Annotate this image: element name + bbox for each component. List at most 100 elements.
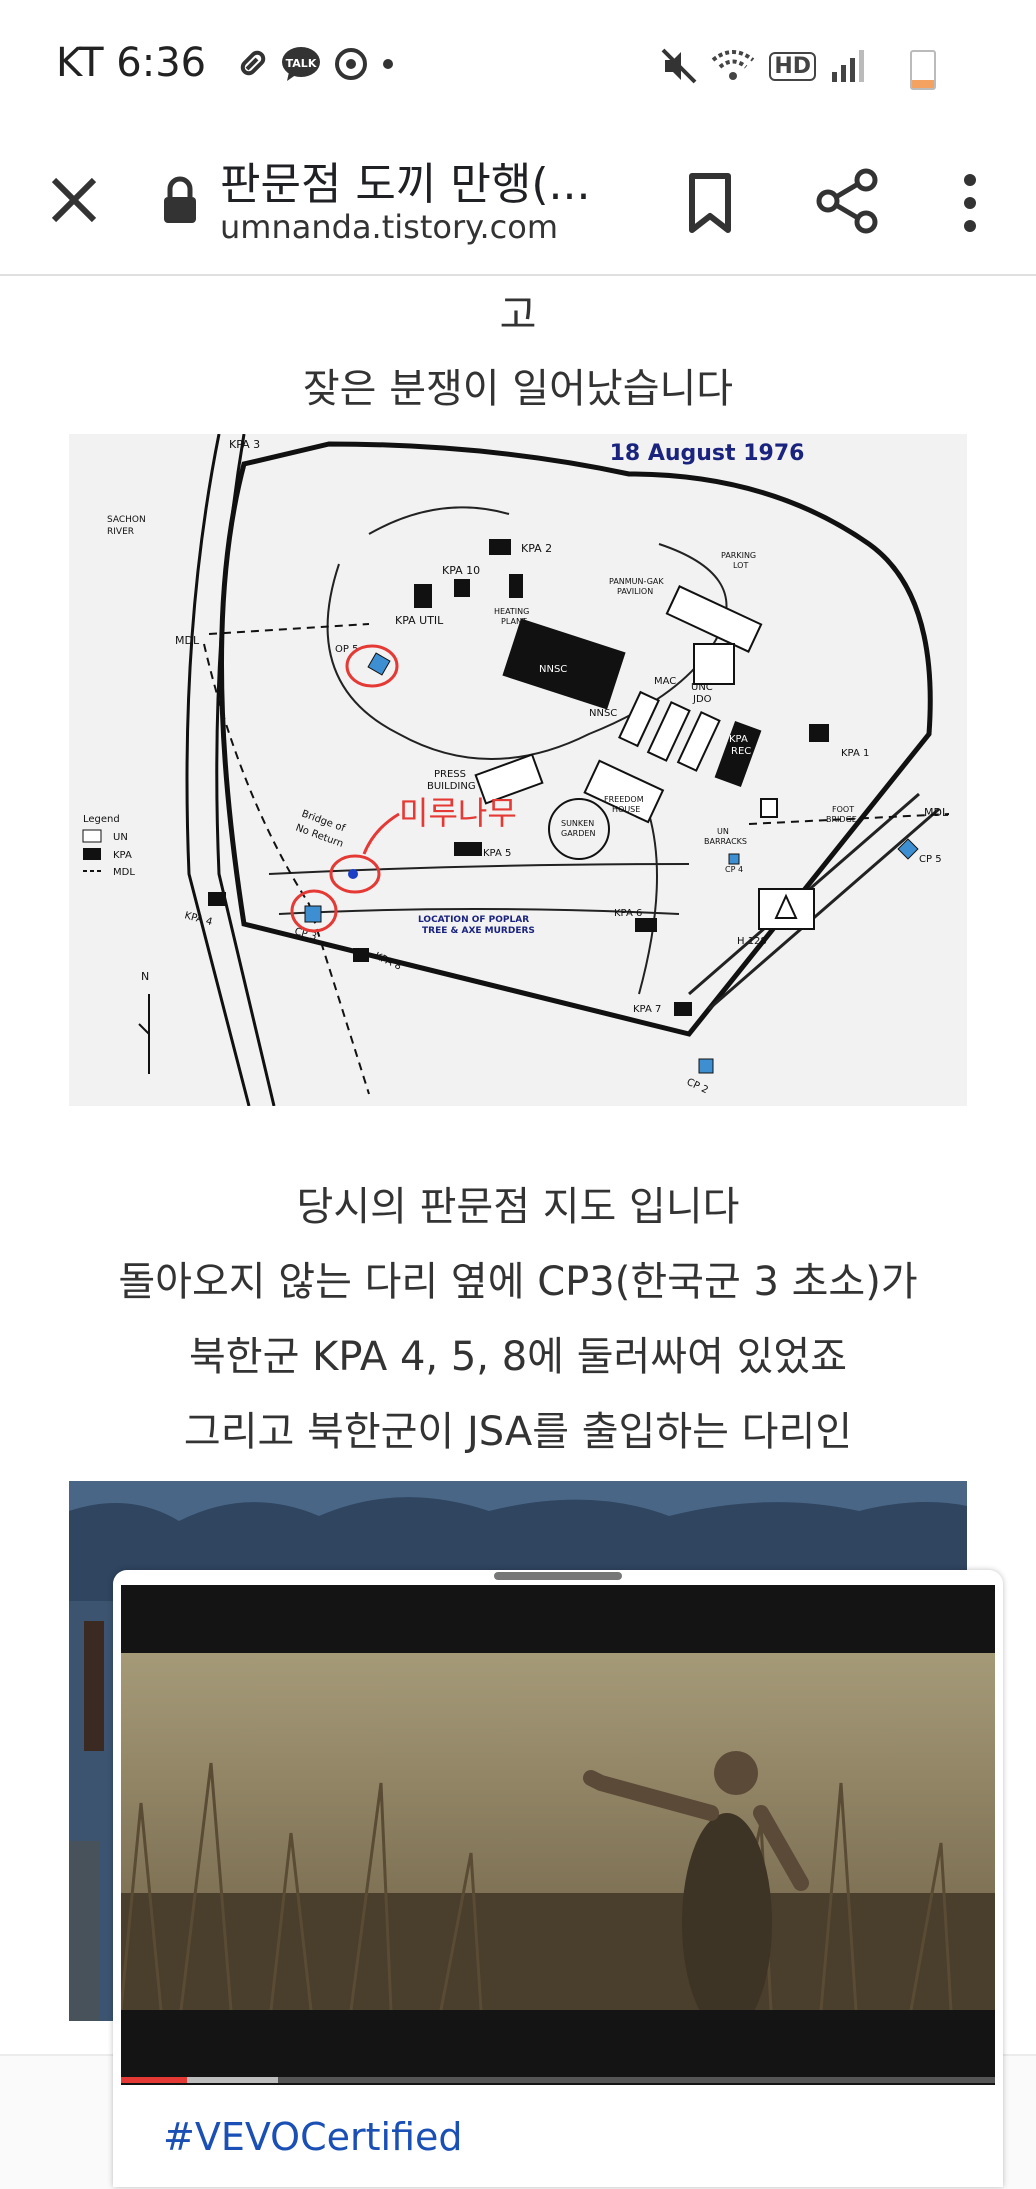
map-label: N <box>141 970 149 983</box>
map-label: TREE & AXE MURDERS <box>422 926 535 936</box>
map-label: PARKING <box>721 551 756 560</box>
map-building-kpa <box>454 579 470 597</box>
map-label: OP 5 <box>335 644 358 655</box>
map-label: HEATING <box>494 607 529 616</box>
page-title[interactable]: 판문점 도끼 만행(... <box>220 148 590 212</box>
map-legend-un-swatch <box>82 829 102 843</box>
map-road <box>638 813 658 995</box>
more-options-icon[interactable] <box>950 168 990 238</box>
map-north-arrow <box>138 994 150 1074</box>
map-label: HOUSE <box>612 805 640 814</box>
sync-icon <box>335 48 367 80</box>
map-label: KPA 1 <box>841 748 869 759</box>
map-label: KPA 3 <box>229 438 260 451</box>
drag-handle[interactable] <box>494 1572 622 1580</box>
map-label: UN <box>717 827 729 836</box>
map-label: NNSC <box>589 708 617 719</box>
map-building-kpa <box>674 1002 692 1016</box>
article-text-line: 당시의 판문점 지도 입니다 <box>296 1184 740 1230</box>
map-label: KPA 2 <box>521 542 552 555</box>
close-icon[interactable] <box>44 170 104 230</box>
map-label: SUNKEN <box>561 819 594 828</box>
map-building-kpa <box>635 918 657 932</box>
map-label: KPA 6 <box>614 908 642 919</box>
video-progress-bar[interactable] <box>121 2077 995 2083</box>
article-text-line: 돌아오지 않는 다리 옆에 CP3(한국군 3 초소)가 <box>118 1259 918 1305</box>
article-text-line: 잦은 분쟁이 일어났습니다 <box>302 366 734 412</box>
map-label: REC <box>731 746 751 757</box>
map-label: KPA <box>113 850 132 861</box>
bookmark-icon[interactable] <box>680 168 740 238</box>
map-label: SACHON <box>107 515 146 525</box>
article-text-line: 고 <box>499 292 537 338</box>
panmunjom-map-image[interactable]: 18 August 1976 KPA 3 SACHON RIVER KPA 2 … <box>69 434 967 1106</box>
signal-icon <box>832 50 864 82</box>
map-label: H 128 <box>737 936 767 947</box>
status-bar: KT 6:36 TALK HD <box>0 0 1036 138</box>
pill-icon <box>240 50 266 76</box>
map-label: KPA UTIL <box>395 614 444 627</box>
dot-icon <box>383 59 393 69</box>
article-text-line: 그리고 북한군이 JSA를 출입하는 다리인 <box>183 1409 853 1455</box>
map-date-label: 18 August 1976 <box>610 441 805 466</box>
map-label: FREEDOM <box>604 795 644 804</box>
map-building-un <box>760 798 778 818</box>
page-url[interactable]: umnanda.tistory.com <box>220 208 558 246</box>
map-label: BRIDGE <box>826 815 857 824</box>
hd-icon: HD <box>769 51 816 81</box>
map-label: BUILDING <box>427 781 476 792</box>
map-label: MDL <box>924 806 949 819</box>
notification-icons: TALK <box>235 46 395 82</box>
map-label: CP 4 <box>725 865 743 874</box>
map-label: CP 5 <box>919 854 942 865</box>
map-annotation-text: 미루나무 <box>399 794 517 832</box>
map-un-post-cp4 <box>728 853 740 865</box>
map-label: PLANT <box>501 617 527 626</box>
map-label: RIVER <box>107 527 134 537</box>
map-label: KPA 10 <box>442 564 480 577</box>
map-mdl-line <box>208 623 370 635</box>
map-label: LOT <box>733 561 748 570</box>
carrier-time: KT 6:36 <box>56 40 207 86</box>
map-label: UN <box>113 832 128 843</box>
svg-text:TALK: TALK <box>286 57 317 70</box>
map-building-kpa <box>454 842 482 856</box>
map-poplar-tree-marker <box>348 869 358 879</box>
map-label: LOCATION OF POPLAR <box>418 915 529 925</box>
video-hashtag-link[interactable]: #VEVOCertified <box>163 2115 463 2159</box>
map-un-post-op5 <box>367 652 391 676</box>
map-label: KPA 8 <box>373 951 403 973</box>
map-label: MDL <box>113 867 135 878</box>
map-label: MAC <box>654 676 676 687</box>
map-label: KPA 4 <box>183 910 213 928</box>
map-label: KPA 5 <box>483 848 511 859</box>
map-label: FOOT <box>832 805 854 814</box>
map-un-post-cp2 <box>698 1058 714 1074</box>
map-road <box>368 506 510 535</box>
floating-video-player[interactable]: #VEVOCertified <box>113 1570 1003 2187</box>
map-label: KPA <box>729 734 748 745</box>
map-label: Legend <box>83 814 120 825</box>
video-frame[interactable] <box>121 1585 995 2085</box>
map-label: PRESS <box>434 769 466 780</box>
map-building-kpa <box>414 584 432 608</box>
map-label: BARRACKS <box>704 837 747 846</box>
browser-toolbar: 판문점 도끼 만행(... umnanda.tistory.com <box>0 138 1036 276</box>
video-played-bar <box>121 2077 187 2083</box>
video-scene <box>121 1653 995 2010</box>
map-label: KPA 7 <box>633 1004 661 1015</box>
map-label: CP 2 <box>685 1077 710 1097</box>
map-un-post-cp3 <box>304 905 322 923</box>
wifi-icon <box>712 50 755 80</box>
map-label: JDO <box>692 694 712 705</box>
map-label: MDL <box>175 634 200 647</box>
share-icon[interactable] <box>812 166 882 236</box>
map-label: GARDEN <box>561 829 595 838</box>
article-text-line: 북한군 KPA 4, 5, 8에 둘러싸여 있었죠 <box>188 1334 848 1380</box>
mute-icon <box>661 48 697 84</box>
map-building-kpa <box>353 948 369 962</box>
map-building-un <box>618 690 660 748</box>
lock-icon[interactable] <box>160 175 200 227</box>
map-label: NNSC <box>539 664 567 675</box>
kakaotalk-icon: TALK <box>282 47 320 81</box>
